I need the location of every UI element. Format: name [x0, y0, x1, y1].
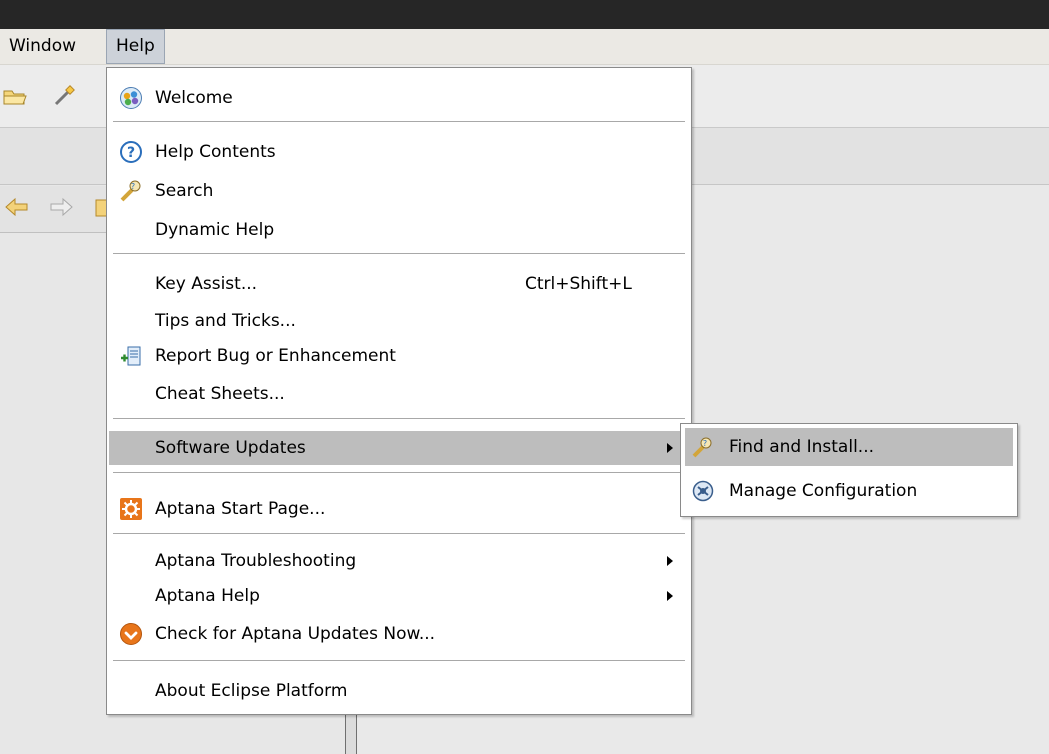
menu-item-welcome[interactable]: Welcome: [109, 81, 687, 115]
aptana-start-icon: [119, 497, 143, 521]
menu-item-key-assist[interactable]: Key Assist... Ctrl+Shift+L: [109, 267, 687, 301]
submenu-item-label: Manage Configuration: [729, 481, 918, 501]
menu-item-dynamic-help[interactable]: Dynamic Help: [109, 213, 687, 247]
manage-configuration-icon: [691, 479, 715, 503]
submenu-item-manage-configuration[interactable]: Manage Configuration: [685, 472, 1013, 510]
menu-separator: [113, 472, 685, 474]
menu-item-aptana-help[interactable]: Aptana Help: [109, 579, 687, 613]
menu-item-shortcut: Ctrl+Shift+L: [525, 274, 632, 294]
forward-arrow-icon[interactable]: [48, 196, 74, 223]
menu-window[interactable]: Window: [0, 29, 85, 64]
submenu-item-label: Find and Install...: [729, 437, 875, 457]
open-folder-icon[interactable]: [2, 82, 28, 113]
menu-item-report-bug[interactable]: Report Bug or Enhancement: [109, 339, 687, 373]
menu-item-label: Help Contents: [155, 142, 276, 162]
menu-item-label: Key Assist...: [155, 274, 258, 294]
menu-separator: [113, 121, 685, 123]
submenu-arrow-icon: [667, 591, 673, 601]
menu-item-cheat-sheets[interactable]: Cheat Sheets...: [109, 377, 687, 411]
welcome-icon: [119, 86, 143, 110]
menu-item-check-aptana-updates[interactable]: Check for Aptana Updates Now...: [109, 617, 687, 651]
menu-separator: [113, 533, 685, 535]
menu-item-about-eclipse[interactable]: About Eclipse Platform: [109, 674, 687, 708]
menu-separator: [113, 660, 685, 662]
menu-separator: [113, 418, 685, 420]
submenu-arrow-icon: [667, 556, 673, 566]
help-contents-icon: ?: [119, 140, 143, 164]
menu-item-label: Aptana Troubleshooting: [155, 551, 357, 571]
submenu-item-find-and-install[interactable]: ? Find and Install...: [685, 428, 1013, 466]
navigation-toolbar: [0, 186, 110, 233]
menu-item-label: Tips and Tricks...: [155, 311, 296, 331]
software-updates-submenu: ? Find and Install... Manage Configurati…: [680, 423, 1018, 517]
back-arrow-icon[interactable]: [4, 196, 30, 223]
menu-item-label: Welcome: [155, 88, 233, 108]
svg-text:?: ?: [131, 182, 135, 191]
svg-text:?: ?: [703, 439, 707, 448]
menu-bar: Window Help: [0, 29, 1049, 65]
menu-item-label: Software Updates: [155, 438, 306, 458]
menu-item-label: Aptana Help: [155, 586, 260, 606]
menu-item-label: About Eclipse Platform: [155, 681, 348, 701]
menu-item-label: Search: [155, 181, 214, 201]
menu-item-software-updates[interactable]: Software Updates: [109, 431, 687, 465]
svg-text:?: ?: [127, 145, 135, 161]
menu-item-aptana-troubleshooting[interactable]: Aptana Troubleshooting: [109, 544, 687, 578]
menu-item-label: Cheat Sheets...: [155, 384, 285, 404]
aptana-update-icon: [119, 622, 143, 646]
help-menu: Welcome ? Help Contents ? Search Dynamic…: [106, 67, 692, 715]
submenu-arrow-icon: [667, 443, 673, 453]
menu-item-label: Dynamic Help: [155, 220, 275, 240]
menu-help[interactable]: Help: [106, 29, 165, 64]
search-icon: ?: [119, 179, 143, 203]
find-install-icon: ?: [691, 435, 715, 459]
menu-item-label: Check for Aptana Updates Now...: [155, 624, 436, 644]
window-title-bar: [0, 0, 1049, 29]
menu-item-search[interactable]: ? Search: [109, 174, 687, 208]
menu-item-aptana-start-page[interactable]: Aptana Start Page...: [109, 492, 687, 526]
menu-item-tips-and-tricks[interactable]: Tips and Tricks...: [109, 304, 687, 338]
menu-item-help-contents[interactable]: ? Help Contents: [109, 135, 687, 169]
menu-separator: [113, 253, 685, 255]
menu-item-label: Aptana Start Page...: [155, 499, 326, 519]
menu-item-label: Report Bug or Enhancement: [155, 346, 396, 366]
wand-icon[interactable]: [52, 82, 78, 113]
report-bug-icon: [119, 344, 143, 368]
